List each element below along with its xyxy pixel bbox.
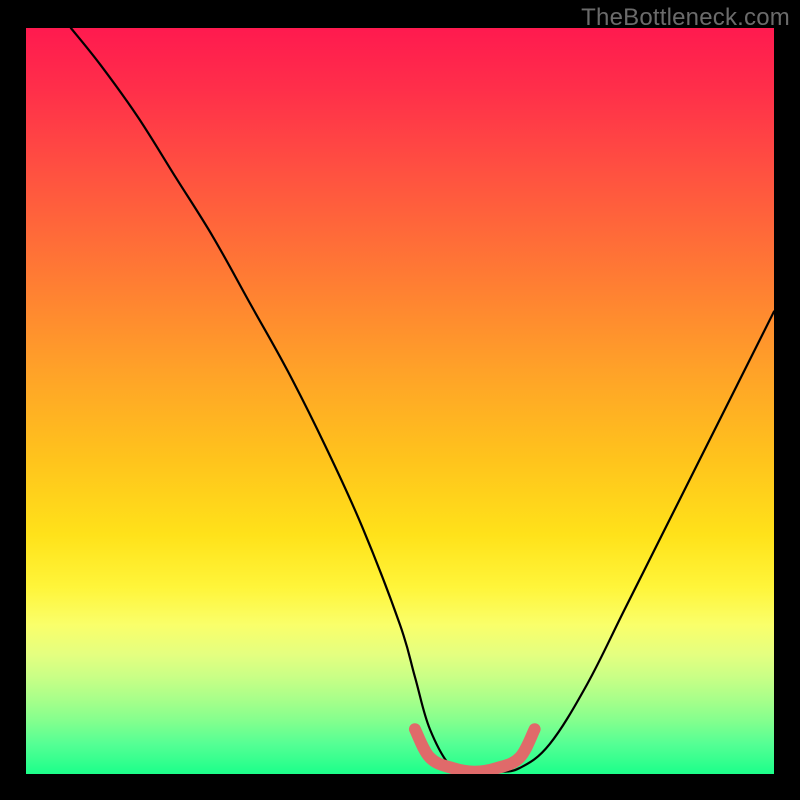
curve-overlay: [26, 28, 774, 774]
main-curve: [71, 28, 774, 773]
plot-area: [26, 28, 774, 774]
chart-frame: TheBottleneck.com: [0, 0, 800, 800]
